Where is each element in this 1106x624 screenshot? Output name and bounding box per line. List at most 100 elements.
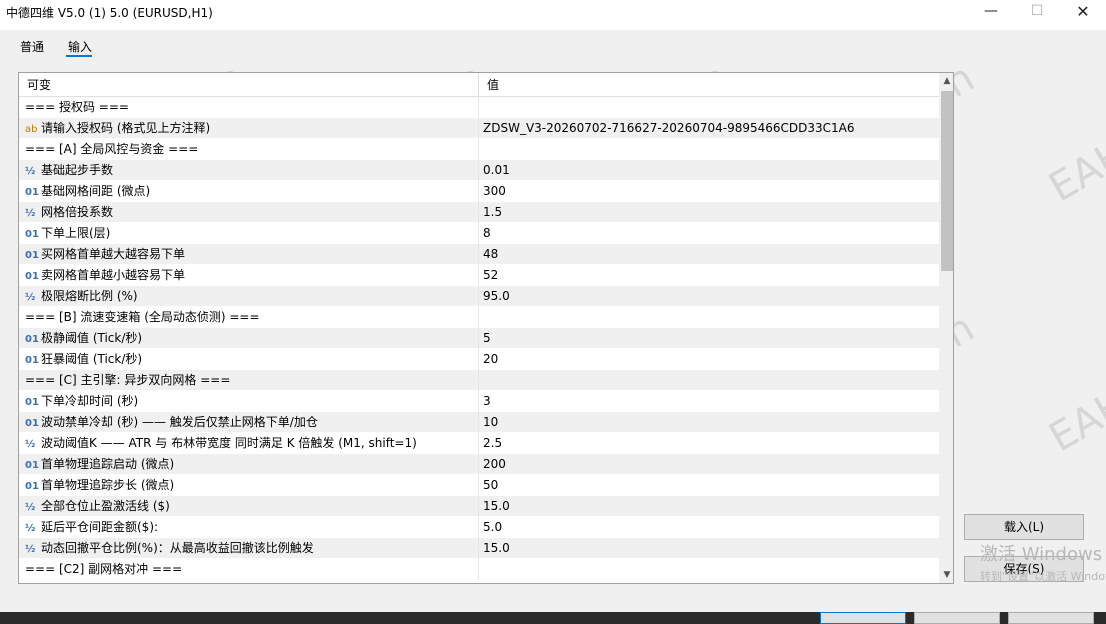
table-row[interactable]: 01 买网格首单越大越容易下单 48	[19, 244, 939, 265]
variable-cell: ½ 动态回撤平仓比例(%)：从最高收益回撤该比例触发	[19, 538, 478, 559]
double-type-icon: ½	[25, 544, 36, 555]
double-type-icon: ½	[25, 292, 36, 303]
variable-cell: === [C] 主引擎: 异步双向网格 ===	[19, 370, 478, 391]
value-cell[interactable]	[478, 97, 939, 118]
tab-general[interactable]: 普通	[18, 38, 46, 55]
tab-inputs[interactable]: 输入	[66, 38, 94, 55]
variable-label: 波动禁单冷却 (秒) —— 触发后仅禁止网格下单/加仓	[41, 415, 318, 429]
variable-cell: 01 首单物理追踪启动 (微点)	[19, 454, 478, 475]
column-header-value[interactable]: 值	[478, 73, 939, 97]
title-bar: 中德四维 V5.0 (1) 5.0 (EURUSD,H1) — ☐ ✕	[0, 0, 1106, 30]
table-row[interactable]: 01 波动禁单冷却 (秒) —— 触发后仅禁止网格下单/加仓 10	[19, 412, 939, 433]
ok-button[interactable]	[820, 612, 906, 624]
value-cell[interactable]: 20	[478, 349, 939, 370]
table-row[interactable]: 01 卖网格首单越小越容易下单 52	[19, 265, 939, 286]
table-row[interactable]: === [B] 流速变速箱 (全局动态侦测) ===	[19, 307, 939, 328]
table-row[interactable]: ½ 网格倍投系数 1.5	[19, 202, 939, 223]
double-type-icon: ½	[25, 523, 36, 534]
variable-cell: 01 极静阈值 (Tick/秒)	[19, 328, 478, 349]
table-row[interactable]: === [C2] 副网格对冲 ===	[19, 559, 939, 580]
variable-label: 基础网格间距 (微点)	[41, 184, 151, 198]
vertical-scrollbar[interactable]: ▲ ▼	[939, 73, 953, 583]
table-row[interactable]: ½ 动态回撤平仓比例(%)：从最高收益回撤该比例触发 15.0	[19, 538, 939, 559]
value-cell[interactable]: 3	[478, 391, 939, 412]
variable-cell: === 授权码 ===	[19, 97, 478, 118]
table-row[interactable]: ½ 极限熔断比例 (%) 95.0	[19, 286, 939, 307]
value-cell[interactable]: 5	[478, 328, 939, 349]
variable-label: === 授权码 ===	[25, 100, 129, 114]
table-row[interactable]: 01 狂暴阈值 (Tick/秒) 20	[19, 349, 939, 370]
column-header-variable[interactable]: 可变	[19, 73, 478, 97]
value-cell[interactable]: 300	[478, 181, 939, 202]
table-row[interactable]: 01 下单冷却时间 (秒) 3	[19, 391, 939, 412]
variable-cell: === [A] 全局风控与资金 ===	[19, 139, 478, 160]
value-cell[interactable]	[478, 139, 939, 160]
value-cell[interactable]: 95.0	[478, 286, 939, 307]
string-type-icon: ab	[25, 124, 38, 135]
table-row[interactable]: 01 下单上限(层) 8	[19, 223, 939, 244]
variable-cell: 01 首单物理追踪步长 (微点)	[19, 475, 478, 496]
variable-cell: === [C2] 副网格对冲 ===	[19, 559, 478, 580]
variable-label: 请输入授权码 (格式见上方注释)	[41, 121, 211, 135]
table-row[interactable]: 01 首单物理追踪启动 (微点) 200	[19, 454, 939, 475]
value-cell[interactable]: 0.01	[478, 160, 939, 181]
double-type-icon: ½	[25, 166, 36, 177]
variable-label: === [A] 全局风控与资金 ===	[25, 142, 199, 156]
variable-label: === [C2] 副网格对冲 ===	[25, 562, 183, 576]
value-cell[interactable]: 50	[478, 475, 939, 496]
close-icon[interactable]: ✕	[1060, 0, 1106, 22]
scroll-up-icon[interactable]: ▲	[939, 73, 953, 89]
value-cell[interactable]: 1.5	[478, 202, 939, 223]
value-cell[interactable]: 52	[478, 265, 939, 286]
table-row[interactable]: === [C] 主引擎: 异步双向网格 ===	[19, 370, 939, 391]
value-cell[interactable]: 10	[478, 412, 939, 433]
variable-cell: ab 请输入授权码 (格式见上方注释)	[19, 118, 478, 139]
variable-cell: ½ 网格倍投系数	[19, 202, 478, 223]
variable-cell: 01 波动禁单冷却 (秒) —— 触发后仅禁止网格下单/加仓	[19, 412, 478, 433]
cancel-button[interactable]	[914, 612, 1000, 624]
variable-label: 动态回撤平仓比例(%)：从最高收益回撤该比例触发	[41, 541, 314, 555]
value-cell[interactable]: 15.0	[478, 496, 939, 517]
table-row[interactable]: ab 请输入授权码 (格式见上方注释) ZDSW_V3-20260702-71662…	[19, 118, 939, 139]
variable-label: 首单物理追踪启动 (微点)	[41, 457, 175, 471]
value-cell[interactable]: 48	[478, 244, 939, 265]
table-row[interactable]: ½ 基础起步手数 0.01	[19, 160, 939, 181]
variable-cell: 01 买网格首单越大越容易下单	[19, 244, 478, 265]
value-cell[interactable]: 5.0	[478, 517, 939, 538]
variable-cell: 01 基础网格间距 (微点)	[19, 181, 478, 202]
value-cell[interactable]: 2.5	[478, 433, 939, 454]
variable-label: 全部仓位止盈激活线 ($)	[41, 499, 170, 513]
minimize-icon[interactable]: —	[968, 0, 1014, 22]
integer-type-icon: 01	[25, 334, 39, 345]
table-row[interactable]: 01 基础网格间距 (微点) 300	[19, 181, 939, 202]
table-row[interactable]: 01 首单物理追踪步长 (微点) 50	[19, 475, 939, 496]
value-cell[interactable]	[478, 559, 939, 580]
variable-cell: 01 下单上限(层)	[19, 223, 478, 244]
value-cell[interactable]	[478, 370, 939, 391]
table-row[interactable]: ½ 波动阈值K —— ATR 与 布林带宽度 同时满足 K 倍触发 (M1, sh…	[19, 433, 939, 454]
table-row[interactable]: ½ 全部仓位止盈激活线 ($) 15.0	[19, 496, 939, 517]
load-button[interactable]: 载入(L)	[964, 514, 1084, 540]
value-cell[interactable]: ZDSW_V3-20260702-716627-20260704-9895466…	[478, 118, 939, 139]
scroll-thumb[interactable]	[941, 91, 953, 271]
variable-label: === [B] 流速变速箱 (全局动态侦测) ===	[25, 310, 260, 324]
variable-cell: ½ 全部仓位止盈激活线 ($)	[19, 496, 478, 517]
value-cell[interactable]: 200	[478, 454, 939, 475]
active-tab-indicator	[66, 55, 92, 57]
maximize-icon[interactable]: ☐	[1014, 0, 1060, 22]
table-row[interactable]: 01 极静阈值 (Tick/秒) 5	[19, 328, 939, 349]
variable-label: 极静阈值 (Tick/秒)	[41, 331, 143, 345]
integer-type-icon: 01	[25, 460, 39, 471]
watermark: EAHub.cn	[1041, 74, 1106, 212]
variable-label: 极限熔断比例 (%)	[41, 289, 138, 303]
save-button[interactable]: 保存(S)	[964, 556, 1084, 582]
table-row[interactable]: ½ 延后平仓间距金额($): 5.0	[19, 517, 939, 538]
scroll-down-icon[interactable]: ▼	[939, 567, 953, 583]
table-row[interactable]: === [A] 全局风控与资金 ===	[19, 139, 939, 160]
value-cell[interactable]	[478, 307, 939, 328]
value-cell[interactable]: 8	[478, 223, 939, 244]
variable-label: 基础起步手数	[41, 163, 114, 177]
table-row[interactable]: === 授权码 ===	[19, 97, 939, 118]
value-cell[interactable]: 15.0	[478, 538, 939, 559]
reset-button[interactable]	[1008, 612, 1094, 624]
